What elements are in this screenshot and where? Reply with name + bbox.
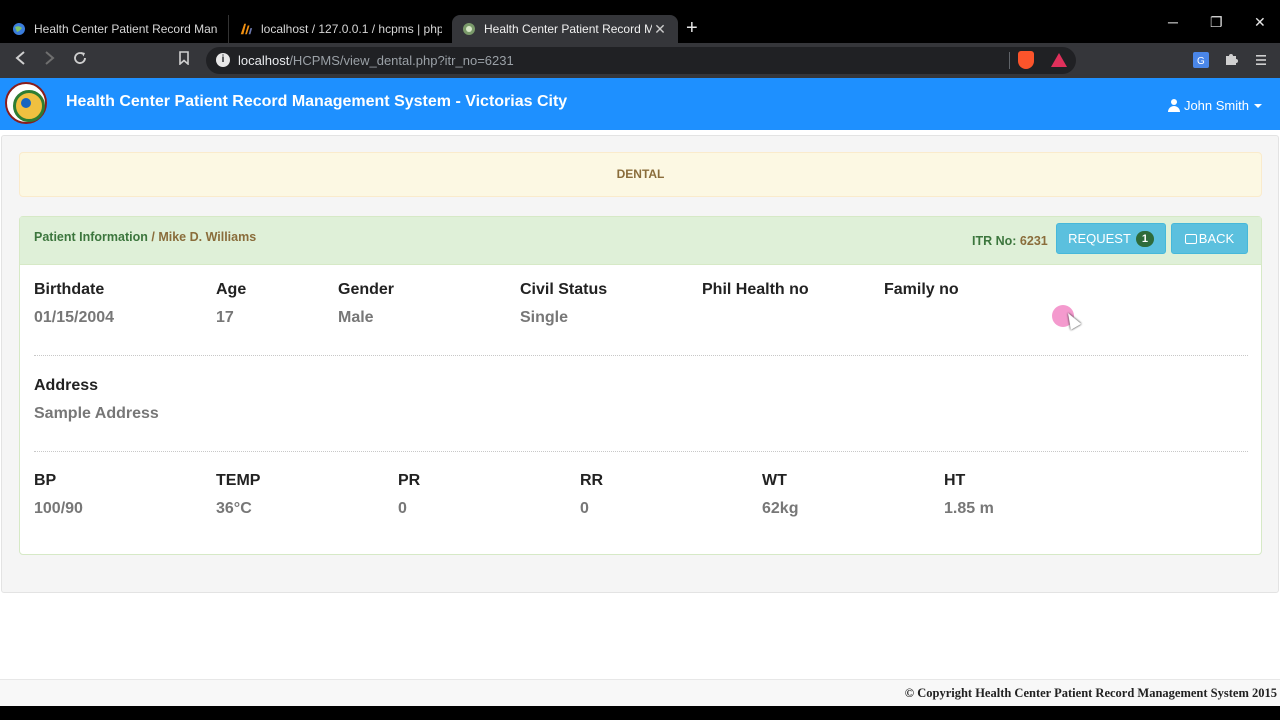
translate-extension-icon[interactable]: G	[1192, 52, 1210, 70]
field-label: HT	[944, 472, 966, 489]
breadcrumb: Patient Information / Mike D. Williams	[34, 230, 256, 244]
user-icon	[1167, 99, 1180, 112]
browser-tab-title: Health Center Patient Record Management	[484, 22, 652, 36]
request-button[interactable]: REQUEST 1	[1056, 223, 1166, 254]
ht-field: HT 1.85 m	[944, 472, 994, 518]
field-label: RR	[580, 472, 604, 489]
back-button[interactable]: BACK	[1171, 223, 1248, 254]
patient-info-panel: Patient Information / Mike D. Williams I…	[19, 216, 1262, 555]
phpmyadmin-icon	[239, 22, 253, 36]
field-value: 1.85 m	[944, 500, 994, 517]
page-content: DENTAL Patient Information / Mike D. Wil…	[0, 130, 1280, 679]
close-tab-icon[interactable]: ✕	[652, 21, 668, 38]
pr-field: PR 0	[398, 472, 420, 518]
bookmark-icon[interactable]	[174, 50, 194, 70]
family-no-field: Family no	[884, 281, 959, 309]
section-divider	[34, 451, 1248, 452]
svg-text:G: G	[1197, 56, 1205, 67]
rr-field: RR 0	[580, 472, 603, 518]
address-bar[interactable]: i localhost/HCPMS/view_dental.php?itr_no…	[206, 47, 1076, 74]
itr-value: 6231	[1019, 234, 1048, 248]
field-value: Sample Address	[34, 405, 159, 422]
request-label: REQUEST	[1068, 231, 1131, 246]
field-value: Single	[520, 309, 569, 326]
field-label: BP	[34, 472, 57, 489]
age-field: Age 17	[216, 281, 246, 327]
hand-point-left-icon	[1184, 233, 1197, 244]
page-footer: © Copyright Health Center Patient Record…	[0, 679, 1280, 706]
site-logo-icon	[462, 22, 476, 36]
app-brand-title[interactable]: Health Center Patient Record Management …	[66, 93, 567, 111]
field-value: 01/15/2004	[34, 309, 115, 326]
panel-heading: Patient Information / Mike D. Williams I…	[20, 217, 1261, 265]
back-label: BACK	[1198, 231, 1235, 246]
itr-label: ITR No:	[972, 234, 1017, 248]
user-name: John Smith	[1183, 98, 1249, 113]
field-label: PR	[398, 472, 421, 489]
user-dropdown[interactable]: John Smith	[1167, 98, 1262, 113]
browser-tab[interactable]: Health Center Patient Record Management	[2, 15, 228, 43]
field-value: 17	[216, 309, 234, 326]
field-value: 36°C	[216, 500, 252, 517]
patient-name: Mike D. Williams	[158, 230, 257, 244]
address-field: Address Sample Address	[34, 377, 159, 423]
brave-shields-icon[interactable]	[1018, 51, 1034, 69]
gender-field: Gender Male	[338, 281, 394, 327]
back-icon[interactable]	[10, 50, 30, 70]
info-icon[interactable]: i	[216, 53, 230, 67]
app-navbar: Health Center Patient Record Management …	[0, 78, 1280, 130]
globe-icon	[12, 22, 26, 36]
request-count-badge: 1	[1135, 230, 1154, 247]
address-bar-divider	[1009, 52, 1010, 69]
field-value: Male	[338, 309, 374, 326]
field-value: 0	[398, 500, 407, 517]
field-value: 100/90	[34, 500, 83, 517]
copyright-text: © Copyright Health Center Patient Record…	[904, 686, 1277, 700]
screen-bottom-strip	[0, 706, 1280, 720]
breadcrumb-separator: /	[147, 230, 159, 244]
browser-menu-icon[interactable]	[1252, 52, 1270, 70]
restore-icon[interactable]: ❐	[1210, 14, 1223, 31]
field-label: Civil Status	[520, 281, 608, 298]
field-value: 62kg	[762, 500, 799, 517]
browser-tab-title: localhost / 127.0.0.1 / hcpms | phpMyAdm…	[261, 22, 442, 36]
section-divider	[34, 355, 1248, 356]
wt-field: WT 62kg	[762, 472, 798, 518]
bp-field: BP 100/90	[34, 472, 83, 518]
minimize-icon[interactable]: ─	[1168, 14, 1178, 30]
field-label: WT	[762, 472, 787, 489]
field-label: Gender	[338, 281, 395, 298]
brave-rewards-icon[interactable]	[1051, 53, 1067, 67]
new-tab-button[interactable]: +	[686, 17, 698, 39]
url-text[interactable]: localhost/HCPMS/view_dental.php?itr_no=6…	[238, 53, 514, 68]
field-label: Age	[216, 281, 247, 298]
browser-toolbar: i localhost/HCPMS/view_dental.php?itr_no…	[0, 43, 1280, 78]
reload-icon[interactable]	[70, 50, 90, 70]
browser-tab[interactable]: localhost / 127.0.0.1 / hcpms | phpMyAdm…	[228, 15, 452, 43]
itr-number: ITR No: 6231	[972, 234, 1048, 248]
breadcrumb-section: Patient Information	[34, 230, 148, 244]
caret-down-icon	[1254, 103, 1262, 108]
field-label: Address	[34, 377, 99, 394]
extensions-puzzle-icon[interactable]	[1222, 52, 1240, 70]
dental-section-banner: DENTAL	[19, 152, 1262, 197]
browser-tab-bar: Health Center Patient Record Management …	[0, 0, 1280, 43]
field-label: Birthdate	[34, 281, 105, 298]
philhealth-field: Phil Health no	[702, 281, 809, 309]
forward-icon[interactable]	[40, 50, 60, 70]
field-label: Phil Health no	[702, 281, 809, 298]
field-label: TEMP	[216, 472, 261, 489]
field-value: 0	[580, 500, 589, 517]
browser-tab-title: Health Center Patient Record Management	[34, 22, 218, 36]
close-window-icon[interactable]: ✕	[1254, 14, 1266, 31]
victorias-city-seal-logo	[5, 82, 47, 124]
civil-status-field: Civil Status Single	[520, 281, 607, 327]
field-label: Family no	[884, 281, 959, 298]
browser-tab-active[interactable]: Health Center Patient Record Management …	[452, 15, 678, 43]
temp-field: TEMP 36°C	[216, 472, 260, 518]
birthdate-field: Birthdate 01/15/2004	[34, 281, 114, 327]
